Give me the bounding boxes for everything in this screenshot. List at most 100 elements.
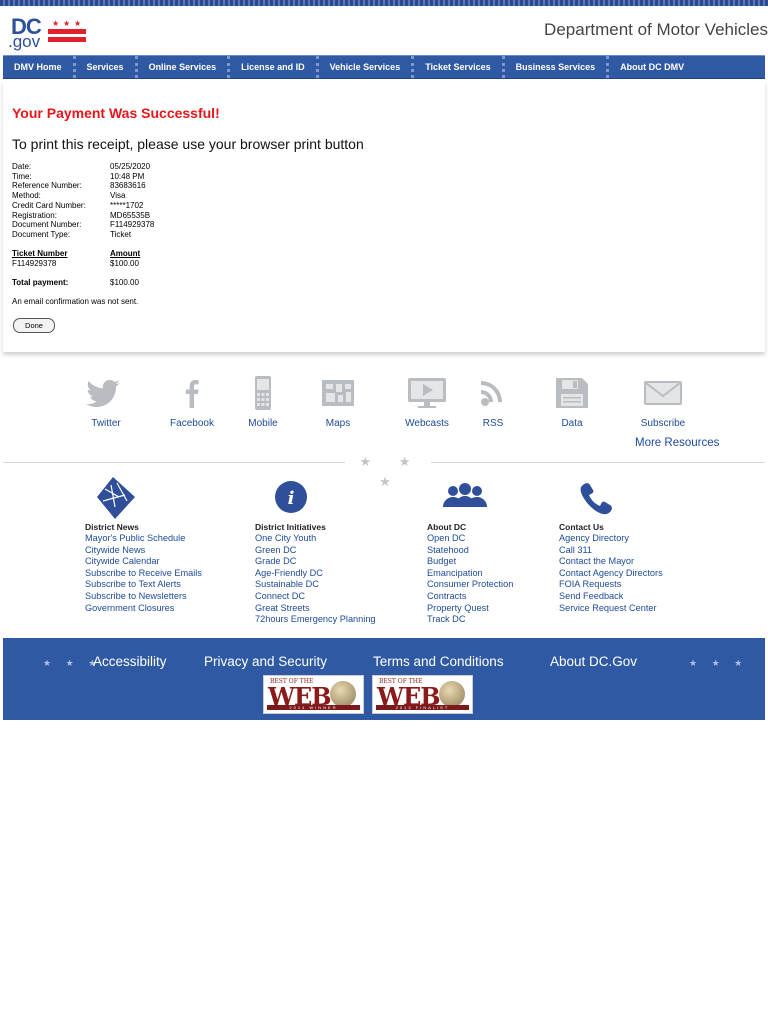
list-item[interactable]: Property Quest: [427, 603, 513, 615]
social-subscribe[interactable]: Subscribe: [628, 376, 698, 429]
list-item[interactable]: Open DC: [427, 533, 513, 545]
list-item[interactable]: Age-Friendly DC: [255, 568, 376, 580]
dc-flag-icon: ★ ★ ★: [48, 19, 86, 42]
amount-header: Amount: [110, 249, 141, 258]
nav-license-and-id[interactable]: License and ID: [230, 56, 319, 78]
receipt-row-method: Method: Visa: [12, 191, 154, 201]
list-item[interactable]: Subscribe to Text Alerts: [85, 579, 202, 591]
column-heading: District News: [85, 522, 139, 532]
field-value: Ticket: [110, 229, 132, 239]
list-item[interactable]: Sustainable DC: [255, 579, 376, 591]
field-value: 05/25/2020: [110, 162, 151, 171]
field-label: Document Type:: [12, 229, 71, 239]
rss-icon: [481, 381, 502, 406]
footer-link-accessibility[interactable]: Accessibility: [93, 654, 167, 669]
field-value: 83683616: [110, 181, 146, 191]
more-resources-link[interactable]: More Resources: [635, 437, 719, 449]
social-maps[interactable]: Maps: [303, 376, 373, 429]
list-item[interactable]: Mayor's Public Schedule: [85, 533, 202, 545]
list-item[interactable]: Track DC: [427, 614, 513, 626]
nav-online-services[interactable]: Online Services: [138, 56, 231, 78]
people-icon: [443, 483, 487, 507]
table-row: F114929378 $100.00: [12, 259, 140, 269]
receipt-details: Date: 05/25/2020 Time: 10:48 PM Reference …: [12, 162, 154, 240]
site-header: DC .gov ★ ★ ★ Department of Motor Vehicl…: [0, 6, 768, 54]
list-item[interactable]: Send Feedback: [559, 591, 663, 603]
nav-services[interactable]: Services: [76, 56, 138, 78]
globe-icon: [330, 681, 356, 707]
nav-dmv-home[interactable]: DMV Home: [3, 56, 76, 78]
list-item[interactable]: Subscribe to Receive Emails: [85, 568, 202, 580]
total-value: $100.00: [110, 278, 139, 287]
facebook-icon: [185, 380, 199, 408]
site-footer: ★ ★ ★ Accessibility Privacy and Security…: [3, 638, 765, 720]
column-heading: District Initiatives: [255, 522, 326, 532]
footer-stars-right: ★ ★ ★: [689, 658, 749, 668]
footer-link-terms[interactable]: Terms and Conditions: [373, 654, 504, 669]
twitter-icon: [86, 379, 120, 408]
best-of-web-award-2013: BEST OF THE WEB 2013 FINALIST: [372, 675, 473, 714]
field-label: Reference Number:: [12, 181, 82, 191]
column-links: Mayor's Public Schedule Citywide News Ci…: [85, 533, 202, 614]
social-label: Subscribe: [640, 418, 686, 429]
list-item[interactable]: Citywide Calendar: [85, 556, 202, 568]
list-item[interactable]: Agency Directory: [559, 533, 663, 545]
list-item[interactable]: FOIA Requests: [559, 579, 663, 591]
receipt-row-date: Date: 05/25/2020: [12, 162, 154, 172]
ticket-number-cell: F114929378: [12, 258, 57, 268]
list-item[interactable]: Contact Agency Directors: [559, 568, 663, 580]
list-item[interactable]: Grade DC: [255, 556, 376, 568]
list-item[interactable]: 72hours Emergency Planning: [255, 614, 376, 626]
info-icon: i: [275, 481, 307, 513]
social-label: Twitter: [91, 418, 121, 429]
list-item[interactable]: Contracts: [427, 591, 513, 603]
agency-title: Department of Motor Vehicles: [544, 20, 768, 39]
nav-about-dc-dmv[interactable]: About DC DMV: [609, 56, 695, 78]
list-item[interactable]: Great Streets: [255, 603, 376, 615]
list-item[interactable]: Call 311: [559, 545, 663, 557]
receipt-row-document-type: Document Type: Ticket: [12, 230, 154, 240]
social-label: RSS: [482, 418, 504, 429]
field-label: Time:: [12, 171, 32, 181]
award-band-text: 2014 WINNER: [267, 705, 360, 710]
column-links: One City Youth Green DC Grade DC Age-Fri…: [255, 533, 376, 626]
social-twitter[interactable]: Twitter: [71, 376, 141, 429]
social-data[interactable]: Data: [537, 376, 607, 429]
social-label: Facebook: [170, 418, 214, 429]
footer-link-about-dcgov[interactable]: About DC.Gov: [550, 654, 637, 669]
dc-gov-logo[interactable]: DC .gov ★ ★ ★: [8, 16, 90, 52]
list-item[interactable]: One City Youth: [255, 533, 376, 545]
list-item[interactable]: Subscribe to Newsletters: [85, 591, 202, 603]
social-rss[interactable]: RSS: [458, 376, 528, 429]
social-webcasts[interactable]: Webcasts: [392, 376, 462, 429]
list-item[interactable]: Consumer Protection: [427, 579, 513, 591]
list-item[interactable]: Connect DC: [255, 591, 376, 603]
social-label: Mobile: [248, 418, 278, 429]
nav-vehicle-services[interactable]: Vehicle Services: [319, 56, 415, 78]
webcasts-icon: [408, 378, 446, 408]
social-mobile[interactable]: Mobile: [228, 376, 298, 429]
ticket-table-header: Ticket Number Amount: [12, 249, 140, 259]
list-item[interactable]: Service Request Center: [559, 603, 663, 615]
receipt-row-time: Time: 10:48 PM: [12, 172, 154, 182]
list-item[interactable]: Emancipation: [427, 568, 513, 580]
done-button[interactable]: Done: [13, 318, 55, 333]
list-item[interactable]: Government Closures: [85, 603, 202, 615]
list-item[interactable]: Green DC: [255, 545, 376, 557]
nav-ticket-services[interactable]: Ticket Services: [414, 56, 505, 78]
list-item[interactable]: Citywide News: [85, 545, 202, 557]
main-nav: DMV Home Services Online Services Licens…: [3, 55, 765, 79]
print-instruction: To print this receipt, please use your b…: [12, 136, 364, 152]
field-label: Date:: [12, 162, 32, 171]
list-item[interactable]: Contact the Mayor: [559, 556, 663, 568]
field-value: Visa: [110, 191, 126, 201]
list-item[interactable]: Budget: [427, 556, 513, 568]
footer-link-privacy[interactable]: Privacy and Security: [204, 654, 327, 669]
list-item[interactable]: Statehood: [427, 545, 513, 557]
data-icon: [556, 378, 588, 408]
logo-gov-text: .gov: [8, 32, 41, 51]
column-heading: About DC: [427, 522, 467, 532]
nav-business-services[interactable]: Business Services: [505, 56, 610, 78]
subscribe-icon: [644, 381, 682, 405]
social-facebook[interactable]: Facebook: [157, 376, 227, 429]
